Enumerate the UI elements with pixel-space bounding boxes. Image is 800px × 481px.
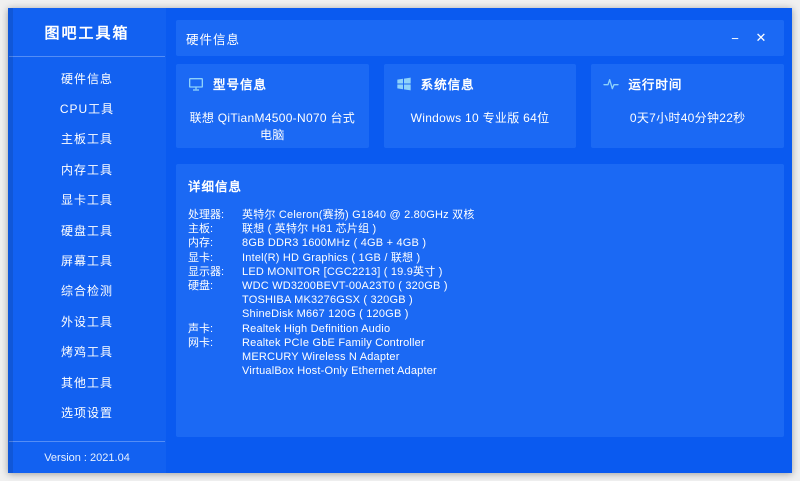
detail-label-cpu: 处理器: (188, 208, 242, 222)
detail-values-cpu: 英特尔 Celeron(赛扬) G1840 @ 2.80GHz 双核 (242, 208, 475, 222)
system-info-card: 系统信息 Windows 10 专业版 64位 (384, 64, 577, 148)
detail-values-network: Realtek PCIe GbE Family Controller MERCU… (242, 336, 437, 379)
uptime-card: 运行时间 0天7小时40分钟22秒 (591, 64, 784, 148)
detail-values-motherboard: 联想 ( 英特尔 H81 芯片组 ) (242, 222, 376, 236)
detail-label-disks: 硬盘: (188, 279, 242, 293)
windows-icon (396, 76, 412, 92)
system-info-card-header: 系统信息 (396, 74, 565, 93)
app-title: 图吧工具箱 (8, 8, 166, 56)
detail-value: Intel(R) HD Graphics ( 1GB / 联想 ) (242, 251, 420, 265)
details-body: 处理器: 英特尔 Celeron(赛扬) G1840 @ 2.80GHz 双核 … (188, 208, 772, 378)
detail-row-display: 显示器: LED MONITOR [CGC2213] ( 19.9英寸 ) (188, 265, 772, 279)
detail-values-gpu: Intel(R) HD Graphics ( 1GB / 联想 ) (242, 251, 420, 265)
detail-value: MERCURY Wireless N Adapter (242, 350, 437, 364)
sidebar-item-screen-tools[interactable]: 屏幕工具 (8, 245, 166, 275)
uptime-title: 运行时间 (628, 74, 682, 93)
sidebar-item-memory-tools[interactable]: 内存工具 (8, 154, 166, 184)
system-info-value: Windows 10 专业版 64位 (396, 109, 565, 126)
pulse-icon (603, 76, 619, 92)
detail-value: LED MONITOR [CGC2213] ( 19.9英寸 ) (242, 265, 443, 279)
detail-label-network: 网卡: (188, 336, 242, 350)
detail-value: ShineDisk M667 120G ( 120GB ) (242, 307, 448, 321)
minimize-button[interactable]: − (722, 25, 748, 51)
detail-value: 8GB DDR3 1600MHz ( 4GB + 4GB ) (242, 236, 426, 250)
detail-value: Realtek High Definition Audio (242, 322, 390, 336)
panel-titlebar: 硬件信息 − ✕ (176, 20, 784, 56)
details-panel: 详细信息 处理器: 英特尔 Celeron(赛扬) G1840 @ 2.80GH… (176, 164, 784, 437)
model-info-value: 联想 QiTianM4500-N070 台式电脑 (188, 109, 357, 143)
detail-value: 英特尔 Celeron(赛扬) G1840 @ 2.80GHz 双核 (242, 208, 475, 222)
detail-value: 联想 ( 英特尔 H81 芯片组 ) (242, 222, 376, 236)
sidebar-item-motherboard-tools[interactable]: 主板工具 (8, 124, 166, 154)
detail-values-audio: Realtek High Definition Audio (242, 322, 390, 336)
sidebar-item-other-tools[interactable]: 其他工具 (8, 367, 166, 397)
detail-row-memory: 内存: 8GB DDR3 1600MHz ( 4GB + 4GB ) (188, 236, 772, 250)
detail-label-memory: 内存: (188, 236, 242, 250)
sidebar-item-gpu-tools[interactable]: 显卡工具 (8, 185, 166, 215)
model-info-card: 型号信息 联想 QiTianM4500-N070 台式电脑 (176, 64, 369, 148)
detail-values-disks: WDC WD3200BEVT-00A23T0 ( 320GB ) TOSHIBA… (242, 279, 448, 322)
main-area: 硬件信息 − ✕ 型号信息 联想 QiTianM4500 (166, 8, 792, 473)
detail-value: TOSHIBA MK3276GSX ( 320GB ) (242, 293, 448, 307)
detail-value: WDC WD3200BEVT-00A23T0 ( 320GB ) (242, 279, 448, 293)
uptime-value: 0天7小时40分钟22秒 (603, 109, 772, 126)
sidebar-spacer (8, 428, 166, 441)
uptime-card-header: 运行时间 (603, 74, 772, 93)
close-button[interactable]: ✕ (748, 25, 774, 51)
detail-row-gpu: 显卡: Intel(R) HD Graphics ( 1GB / 联想 ) (188, 251, 772, 265)
sidebar-item-disk-tools[interactable]: 硬盘工具 (8, 215, 166, 245)
monitor-icon (188, 76, 204, 92)
sidebar-item-option-settings[interactable]: 选项设置 (8, 397, 166, 427)
detail-label-gpu: 显卡: (188, 251, 242, 265)
system-info-title: 系统信息 (421, 74, 475, 93)
summary-cards: 型号信息 联想 QiTianM4500-N070 台式电脑 系统信息 (176, 64, 784, 148)
model-info-card-header: 型号信息 (188, 74, 357, 93)
detail-label-audio: 声卡: (188, 322, 242, 336)
sidebar-item-comprehensive-test[interactable]: 综合检测 (8, 276, 166, 306)
detail-row-network: 网卡: Realtek PCIe GbE Family Controller M… (188, 336, 772, 379)
detail-value: VirtualBox Host-Only Ethernet Adapter (242, 364, 437, 378)
detail-row-motherboard: 主板: 联想 ( 英特尔 H81 芯片组 ) (188, 222, 772, 236)
detail-row-disks: 硬盘: WDC WD3200BEVT-00A23T0 ( 320GB ) TOS… (188, 279, 772, 322)
detail-row-cpu: 处理器: 英特尔 Celeron(赛扬) G1840 @ 2.80GHz 双核 (188, 208, 772, 222)
panel-title: 硬件信息 (186, 29, 240, 48)
detail-label-display: 显示器: (188, 265, 242, 279)
detail-values-memory: 8GB DDR3 1600MHz ( 4GB + 4GB ) (242, 236, 426, 250)
sidebar-item-peripheral-tools[interactable]: 外设工具 (8, 306, 166, 336)
detail-value: Realtek PCIe GbE Family Controller (242, 336, 437, 350)
version-label: Version : 2021.04 (8, 442, 166, 473)
detail-label-motherboard: 主板: (188, 222, 242, 236)
sidebar: 图吧工具箱 硬件信息 CPU工具 主板工具 内存工具 显卡工具 硬盘工具 屏幕工… (8, 8, 166, 473)
detail-values-display: LED MONITOR [CGC2213] ( 19.9英寸 ) (242, 265, 443, 279)
detail-row-audio: 声卡: Realtek High Definition Audio (188, 322, 772, 336)
details-title: 详细信息 (188, 176, 772, 195)
sidebar-item-hardware-info[interactable]: 硬件信息 (8, 63, 166, 93)
model-info-title: 型号信息 (213, 74, 267, 93)
sidebar-item-stress-test-tools[interactable]: 烤鸡工具 (8, 337, 166, 367)
sidebar-nav: 硬件信息 CPU工具 主板工具 内存工具 显卡工具 硬盘工具 屏幕工具 综合检测… (8, 57, 166, 428)
sidebar-item-cpu-tools[interactable]: CPU工具 (8, 93, 166, 123)
app-window: 图吧工具箱 硬件信息 CPU工具 主板工具 内存工具 显卡工具 硬盘工具 屏幕工… (8, 8, 792, 473)
